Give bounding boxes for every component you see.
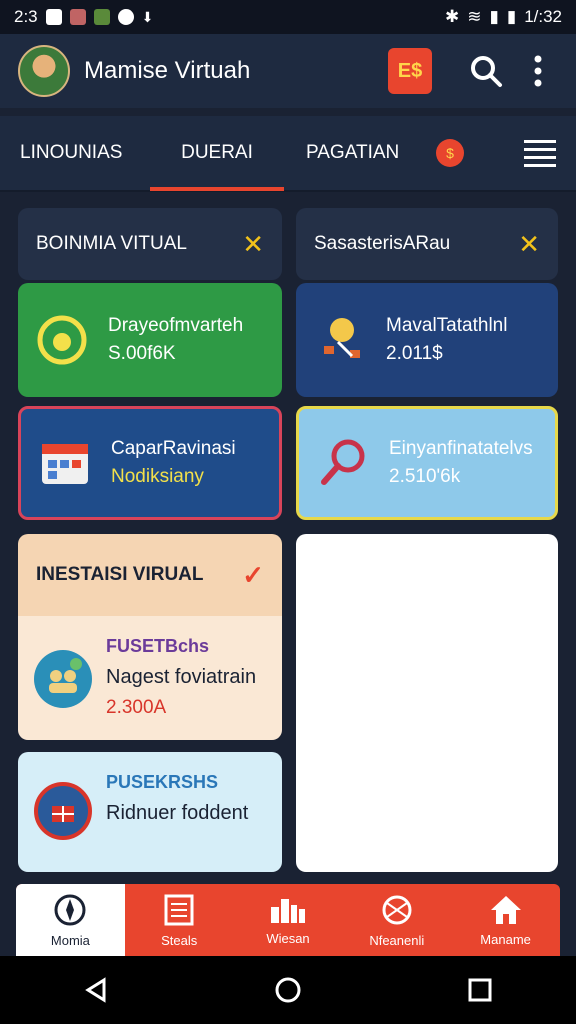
wallet-button-label: E$ bbox=[397, 59, 423, 82]
investment-title: INESTAISI VIRUAL bbox=[36, 564, 204, 585]
menu-line bbox=[524, 139, 556, 143]
nav-item-nfeanenli[interactable]: Nfeanenli bbox=[342, 884, 451, 956]
search-icon bbox=[471, 56, 502, 87]
stat-value: 2.510'6k bbox=[389, 466, 461, 487]
nav-label: Wiesan bbox=[266, 930, 310, 946]
nav-item-wiesan[interactable]: Wiesan bbox=[234, 884, 343, 956]
stat-label: Einyanfinatatelvs bbox=[389, 437, 533, 459]
hamburger-menu-button[interactable] bbox=[524, 135, 556, 172]
investment-amount: 2.300A bbox=[106, 696, 167, 718]
search-button[interactable] bbox=[466, 51, 506, 91]
network-icon bbox=[382, 895, 412, 924]
nav-label: Maname bbox=[480, 931, 531, 947]
nav-item-maname[interactable]: Maname bbox=[451, 884, 560, 956]
nav-label: Steals bbox=[161, 932, 198, 948]
back-icon[interactable] bbox=[82, 976, 110, 1004]
bluetooth-icon: ✱ bbox=[444, 7, 460, 26]
tab-linounias[interactable]: LINOUNIAS bbox=[20, 115, 150, 191]
recents-icon[interactable] bbox=[466, 976, 494, 1004]
stat-label: Drayeofmvarteh bbox=[108, 314, 244, 336]
app-notification-icon bbox=[117, 9, 134, 25]
stat-value: S.00f6K bbox=[108, 343, 176, 364]
stat-value: Nodiksiany bbox=[111, 466, 204, 487]
content-panel bbox=[296, 534, 558, 872]
status-right: ✱ ≋ ▮ ▮ 1/:32 bbox=[445, 7, 562, 27]
menu-line bbox=[524, 163, 556, 167]
grid-icon bbox=[270, 898, 305, 923]
close-icon[interactable]: ✕ bbox=[518, 229, 540, 260]
battery-icon: ▮ bbox=[506, 7, 517, 26]
status-left: 2:3 ⬇ bbox=[14, 7, 153, 27]
panel-header-right: SasasterisARau ✕ bbox=[296, 208, 558, 280]
stat-card[interactable]: CaparRavinasi Nodiksiany bbox=[18, 406, 282, 520]
investment-tag: FUSETBchs bbox=[106, 636, 210, 656]
compass-icon bbox=[54, 894, 86, 925]
person-icon bbox=[312, 312, 368, 368]
status-bar: 2:3 ⬇ ✱ ≋ ▮ ▮ 1/:32 bbox=[0, 0, 576, 34]
status-time-left: 2:3 bbox=[14, 7, 38, 26]
more-options-button[interactable] bbox=[518, 51, 558, 91]
nav-item-momia[interactable]: Momia bbox=[16, 884, 125, 956]
panel-title: SasasterisARau bbox=[314, 233, 451, 254]
home-icon bbox=[490, 895, 521, 924]
wallet-button[interactable]: E$ bbox=[388, 48, 432, 94]
investment-name: Nagest foviatrain bbox=[106, 665, 257, 688]
stat-label: MavalTatathlnl bbox=[386, 314, 508, 336]
tab-pagatian[interactable]: PAGATIAN bbox=[306, 115, 416, 191]
magnifier-icon bbox=[315, 435, 371, 491]
menu-line bbox=[524, 155, 556, 159]
tab-label: LINOUNIAS bbox=[20, 142, 123, 163]
badge-symbol: $ bbox=[446, 145, 454, 161]
avatar[interactable] bbox=[18, 45, 70, 97]
investment-header: INESTAISI VIRUAL ✓ bbox=[18, 534, 282, 616]
nav-item-steals[interactable]: Steals bbox=[125, 884, 234, 956]
system-nav-bar bbox=[0, 956, 576, 1024]
bottom-nav: Momia Steals Wiesan Nfeanenli Maname bbox=[16, 884, 560, 956]
app-notification-icon bbox=[69, 9, 86, 25]
investment-item[interactable]: PUSEKRSHS Ridnuer foddent bbox=[18, 752, 282, 872]
stat-value: 2.011$ bbox=[386, 343, 443, 364]
tab-label: DUERAI bbox=[181, 142, 253, 163]
notification-badge[interactable]: $ bbox=[436, 139, 464, 167]
tab-label: PAGATIAN bbox=[306, 142, 400, 163]
status-time-right: 1/:32 bbox=[524, 7, 562, 26]
investment-tag: PUSEKRSHS bbox=[106, 772, 219, 792]
panel-header-left: BOINMIA VITUAL ✕ bbox=[18, 208, 282, 280]
stat-card[interactable]: Drayeofmvarteh S.00f6K bbox=[18, 283, 282, 397]
home-circle-icon[interactable] bbox=[274, 976, 302, 1004]
document-icon bbox=[164, 894, 194, 925]
stat-card[interactable]: MavalTatathlnl 2.011$ bbox=[296, 283, 558, 397]
investment-name: Ridnuer foddent bbox=[106, 801, 249, 824]
nav-label: Momia bbox=[50, 932, 90, 948]
close-icon[interactable]: ✕ bbox=[242, 229, 264, 260]
group-icon bbox=[34, 650, 92, 708]
calendar-icon bbox=[37, 435, 93, 491]
investment-item[interactable]: FUSETBchs Nagest foviatrain 2.300A bbox=[18, 616, 282, 740]
more-vert-icon bbox=[534, 55, 542, 87]
stat-card[interactable]: Einyanfinatatelvs 2.510'6k bbox=[296, 406, 558, 520]
download-icon: ⬇ bbox=[141, 8, 154, 25]
tab-duerai[interactable]: DUERAI bbox=[150, 115, 284, 191]
stat-label: CaparRavinasi bbox=[111, 437, 236, 459]
app-bar: Mamise Virtuah E$ bbox=[0, 34, 576, 108]
menu-line bbox=[524, 147, 556, 151]
nav-label: Nfeanenli bbox=[369, 932, 425, 948]
check-icon[interactable]: ✓ bbox=[242, 560, 264, 591]
tab-bar: LINOUNIAS DUERAI PAGATIAN $ bbox=[0, 116, 576, 192]
app-notification-icon bbox=[93, 9, 110, 25]
app-notification-icon bbox=[45, 9, 62, 25]
coin-icon bbox=[34, 312, 90, 368]
chart-icon bbox=[34, 782, 92, 840]
app-title: Mamise Virtuah bbox=[84, 57, 251, 84]
signal-icon: ▮ bbox=[489, 7, 499, 26]
wifi-icon: ≋ bbox=[467, 7, 482, 26]
panel-title: BOINMIA VITUAL bbox=[36, 233, 187, 254]
